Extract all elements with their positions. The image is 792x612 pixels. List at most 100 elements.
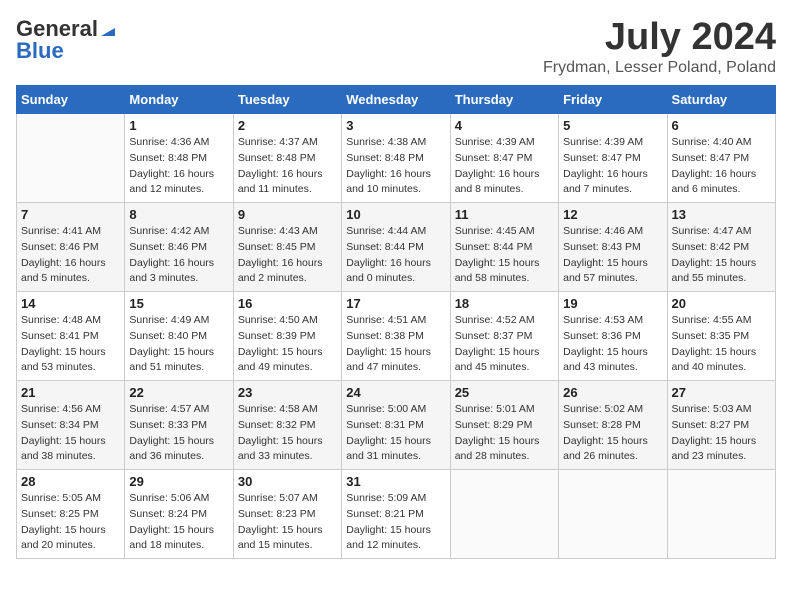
day-cell: 3 Sunrise: 4:38 AMSunset: 8:48 PMDaylight… — [342, 114, 450, 203]
day-cell: 9 Sunrise: 4:43 AMSunset: 8:45 PMDaylight… — [233, 203, 341, 292]
day-info: Sunrise: 4:46 AMSunset: 8:43 PMDaylight:… — [563, 224, 662, 287]
header-day-thursday: Thursday — [450, 86, 558, 114]
day-info: Sunrise: 4:48 AMSunset: 8:41 PMDaylight:… — [21, 313, 120, 376]
logo-triangle-icon — [99, 20, 117, 38]
day-info: Sunrise: 5:06 AMSunset: 8:24 PMDaylight:… — [129, 491, 228, 554]
day-info: Sunrise: 4:55 AMSunset: 8:35 PMDaylight:… — [672, 313, 771, 376]
location-title: Frydman, Lesser Poland, Poland — [543, 59, 776, 77]
day-info: Sunrise: 4:52 AMSunset: 8:37 PMDaylight:… — [455, 313, 554, 376]
day-number: 14 — [21, 296, 120, 311]
day-number: 5 — [563, 118, 662, 133]
day-info: Sunrise: 4:36 AMSunset: 8:48 PMDaylight:… — [129, 135, 228, 198]
day-cell: 18 Sunrise: 4:52 AMSunset: 8:37 PMDayligh… — [450, 292, 558, 381]
header: General Blue July 2024 Frydman, Lesser P… — [16, 16, 776, 77]
day-cell: 12 Sunrise: 4:46 AMSunset: 8:43 PMDayligh… — [559, 203, 667, 292]
day-cell: 29 Sunrise: 5:06 AMSunset: 8:24 PMDayligh… — [125, 470, 233, 559]
day-info: Sunrise: 5:02 AMSunset: 8:28 PMDaylight:… — [563, 402, 662, 465]
day-cell: 7Sunrise: 4:41 AMSunset: 8:46 PMDaylight… — [17, 203, 125, 292]
day-number: 1 — [129, 118, 228, 133]
day-number: 21 — [21, 385, 120, 400]
calendar-body: 1 Sunrise: 4:36 AMSunset: 8:48 PMDaylight… — [17, 114, 776, 559]
day-info: Sunrise: 4:39 AMSunset: 8:47 PMDaylight:… — [563, 135, 662, 198]
day-info: Sunrise: 5:00 AMSunset: 8:31 PMDaylight:… — [346, 402, 445, 465]
week-row-2: 7Sunrise: 4:41 AMSunset: 8:46 PMDaylight… — [17, 203, 776, 292]
day-number: 18 — [455, 296, 554, 311]
day-info: Sunrise: 5:07 AMSunset: 8:23 PMDaylight:… — [238, 491, 337, 554]
day-cell: 13 Sunrise: 4:47 AMSunset: 8:42 PMDayligh… — [667, 203, 775, 292]
day-cell: 24 Sunrise: 5:00 AMSunset: 8:31 PMDayligh… — [342, 381, 450, 470]
day-number: 3 — [346, 118, 445, 133]
day-info: Sunrise: 5:05 AMSunset: 8:25 PMDaylight:… — [21, 491, 120, 554]
logo-blue: Blue — [16, 38, 64, 64]
day-info: Sunrise: 4:50 AMSunset: 8:39 PMDaylight:… — [238, 313, 337, 376]
month-title: July 2024 — [543, 16, 776, 59]
day-cell: 15 Sunrise: 4:49 AMSunset: 8:40 PMDayligh… — [125, 292, 233, 381]
day-number: 16 — [238, 296, 337, 311]
day-number: 13 — [672, 207, 771, 222]
day-info: Sunrise: 4:53 AMSunset: 8:36 PMDaylight:… — [563, 313, 662, 376]
logo: General Blue — [16, 16, 118, 64]
day-cell: 27 Sunrise: 5:03 AMSunset: 8:27 PMDayligh… — [667, 381, 775, 470]
header-day-sunday: Sunday — [17, 86, 125, 114]
day-number: 25 — [455, 385, 554, 400]
day-cell: 2 Sunrise: 4:37 AMSunset: 8:48 PMDaylight… — [233, 114, 341, 203]
day-number: 29 — [129, 474, 228, 489]
day-number: 4 — [455, 118, 554, 133]
week-row-5: 28 Sunrise: 5:05 AMSunset: 8:25 PMDayligh… — [17, 470, 776, 559]
day-number: 6 — [672, 118, 771, 133]
day-info: Sunrise: 4:42 AMSunset: 8:46 PMDaylight:… — [129, 224, 228, 287]
calendar-table: SundayMondayTuesdayWednesdayThursdayFrid… — [16, 85, 776, 559]
day-cell — [559, 470, 667, 559]
header-day-saturday: Saturday — [667, 86, 775, 114]
day-cell: 26 Sunrise: 5:02 AMSunset: 8:28 PMDayligh… — [559, 381, 667, 470]
day-info: Sunrise: 4:44 AMSunset: 8:44 PMDaylight:… — [346, 224, 445, 287]
day-info: Sunrise: 4:37 AMSunset: 8:48 PMDaylight:… — [238, 135, 337, 198]
day-info: Sunrise: 5:09 AMSunset: 8:21 PMDaylight:… — [346, 491, 445, 554]
day-cell: 11 Sunrise: 4:45 AMSunset: 8:44 PMDayligh… — [450, 203, 558, 292]
day-info: Sunrise: 4:57 AMSunset: 8:33 PMDaylight:… — [129, 402, 228, 465]
day-info: Sunrise: 4:49 AMSunset: 8:40 PMDaylight:… — [129, 313, 228, 376]
day-number: 15 — [129, 296, 228, 311]
day-number: 9 — [238, 207, 337, 222]
day-cell: 8 Sunrise: 4:42 AMSunset: 8:46 PMDaylight… — [125, 203, 233, 292]
day-cell: 23Sunrise: 4:58 AMSunset: 8:32 PMDayligh… — [233, 381, 341, 470]
day-cell: 19Sunrise: 4:53 AMSunset: 8:36 PMDayligh… — [559, 292, 667, 381]
day-cell: 6Sunrise: 4:40 AMSunset: 8:47 PMDaylight… — [667, 114, 775, 203]
day-number: 8 — [129, 207, 228, 222]
day-cell: 20 Sunrise: 4:55 AMSunset: 8:35 PMDayligh… — [667, 292, 775, 381]
day-number: 12 — [563, 207, 662, 222]
day-number: 20 — [672, 296, 771, 311]
day-cell: 4Sunrise: 4:39 AMSunset: 8:47 PMDaylight… — [450, 114, 558, 203]
day-cell: 14 Sunrise: 4:48 AMSunset: 8:41 PMDayligh… — [17, 292, 125, 381]
day-cell: 25Sunrise: 5:01 AMSunset: 8:29 PMDayligh… — [450, 381, 558, 470]
day-number: 2 — [238, 118, 337, 133]
day-info: Sunrise: 4:51 AMSunset: 8:38 PMDaylight:… — [346, 313, 445, 376]
day-cell: 31 Sunrise: 5:09 AMSunset: 8:21 PMDayligh… — [342, 470, 450, 559]
day-cell: 17Sunrise: 4:51 AMSunset: 8:38 PMDayligh… — [342, 292, 450, 381]
day-cell: 30 Sunrise: 5:07 AMSunset: 8:23 PMDayligh… — [233, 470, 341, 559]
day-number: 30 — [238, 474, 337, 489]
day-number: 24 — [346, 385, 445, 400]
header-day-tuesday: Tuesday — [233, 86, 341, 114]
day-number: 27 — [672, 385, 771, 400]
day-number: 7 — [21, 207, 120, 222]
header-day-monday: Monday — [125, 86, 233, 114]
day-cell: 5 Sunrise: 4:39 AMSunset: 8:47 PMDaylight… — [559, 114, 667, 203]
day-cell — [17, 114, 125, 203]
title-area: July 2024 Frydman, Lesser Poland, Poland — [543, 16, 776, 77]
day-info: Sunrise: 4:38 AMSunset: 8:48 PMDaylight:… — [346, 135, 445, 198]
day-number: 28 — [21, 474, 120, 489]
day-number: 11 — [455, 207, 554, 222]
day-number: 10 — [346, 207, 445, 222]
day-number: 23 — [238, 385, 337, 400]
day-number: 26 — [563, 385, 662, 400]
week-row-3: 14 Sunrise: 4:48 AMSunset: 8:41 PMDayligh… — [17, 292, 776, 381]
day-info: Sunrise: 4:45 AMSunset: 8:44 PMDaylight:… — [455, 224, 554, 287]
day-cell: 21Sunrise: 4:56 AMSunset: 8:34 PMDayligh… — [17, 381, 125, 470]
day-info: Sunrise: 5:03 AMSunset: 8:27 PMDaylight:… — [672, 402, 771, 465]
day-cell: 22Sunrise: 4:57 AMSunset: 8:33 PMDayligh… — [125, 381, 233, 470]
day-number: 31 — [346, 474, 445, 489]
day-info: Sunrise: 4:47 AMSunset: 8:42 PMDaylight:… — [672, 224, 771, 287]
header-day-wednesday: Wednesday — [342, 86, 450, 114]
day-info: Sunrise: 4:43 AMSunset: 8:45 PMDaylight:… — [238, 224, 337, 287]
